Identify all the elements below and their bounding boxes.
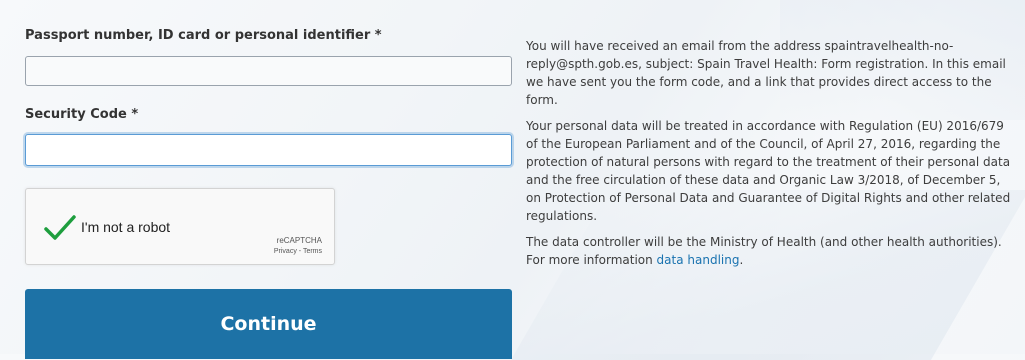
recaptcha-links: Privacy - Terms bbox=[274, 248, 322, 255]
data-controller-text: The data controller will be the Ministry… bbox=[526, 235, 1002, 267]
security-code-input[interactable] bbox=[25, 134, 512, 166]
data-controller-paragraph: The data controller will be the Ministry… bbox=[526, 233, 1019, 269]
recaptcha-widget: I'm not a robot reCAPTCHA Privacy - Term… bbox=[25, 188, 335, 265]
email-info-paragraph: You will have received an email from the… bbox=[526, 39, 1006, 107]
recaptcha-terms-link[interactable]: Terms bbox=[303, 248, 322, 255]
security-code-label: Security Code * bbox=[25, 107, 139, 122]
recaptcha-privacy-link[interactable]: Privacy bbox=[274, 248, 297, 255]
checkmark-icon[interactable] bbox=[43, 213, 77, 243]
info-panel: You will have received an email from the… bbox=[526, 37, 1019, 277]
recaptcha-brand: reCAPTCHA bbox=[276, 236, 322, 245]
data-controller-end: . bbox=[739, 253, 744, 267]
recaptcha-label[interactable]: I'm not a robot bbox=[81, 219, 170, 235]
passport-label: Passport number, ID card or personal ide… bbox=[25, 28, 382, 43]
data-protection-paragraph: Your personal data will be treated in ac… bbox=[526, 119, 1011, 223]
passport-input[interactable] bbox=[25, 56, 512, 86]
continue-button[interactable]: Continue bbox=[25, 289, 512, 359]
data-handling-link[interactable]: data handling bbox=[657, 253, 740, 267]
